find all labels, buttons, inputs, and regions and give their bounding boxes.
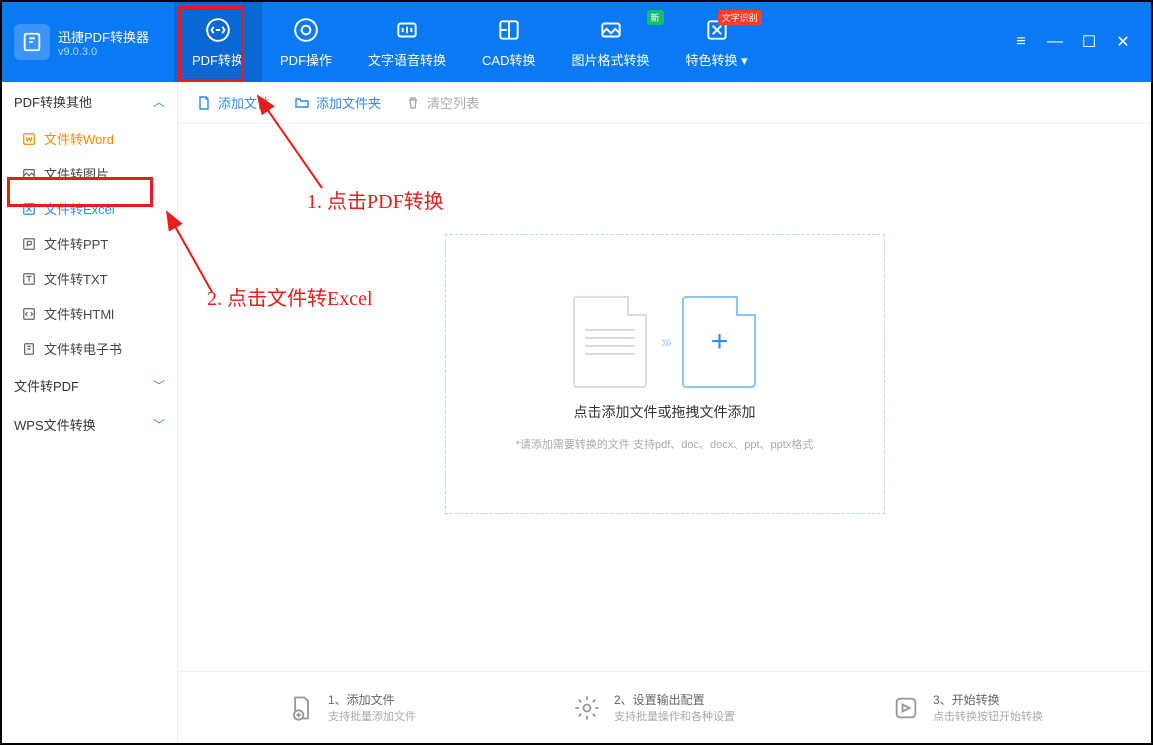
- nav-tabs: PDF转换 PDF操作 文字语音转换 CAD转换 新 图片格式转换 文字识别 特…: [174, 2, 1013, 82]
- nav-tab-pdf-convert[interactable]: PDF转换: [174, 2, 262, 82]
- sidebar: PDF转换其他 ︿ 文件转Word 文件转图片 文件转Excel 文件转PPT: [2, 82, 178, 743]
- audio-icon: [393, 16, 421, 44]
- nav-tab-audio[interactable]: 文字语音转换: [350, 2, 464, 82]
- step-title: 2、设置输出配置: [614, 691, 735, 708]
- ebook-icon: [22, 342, 36, 356]
- sidebar-item-ebook[interactable]: 文件转电子书: [2, 331, 177, 366]
- add-file-icon: [286, 693, 316, 723]
- dropzone-subtitle: *请添加需要转换的文件 支持pdf、doc、docx、ppt、pptx格式: [516, 436, 814, 452]
- trash-icon: [405, 95, 421, 111]
- word-icon: [22, 132, 36, 146]
- sidebar-group-to-pdf: 文件转PDF ﹀: [2, 366, 177, 405]
- dropzone-illustration: › › › +: [573, 296, 757, 388]
- add-file-icon: +: [682, 296, 756, 388]
- content: 添加文件 添加文件夹 清空列表 › › › +: [178, 82, 1151, 743]
- nav-tab-special[interactable]: 文字识别 特色转换 ▾: [668, 2, 766, 82]
- nav-tab-image[interactable]: 新 图片格式转换: [554, 2, 668, 82]
- titlebar: 迅捷PDF转换器 v9.0.3.0 PDF转换 PDF操作 文字语音转换 CAD…: [2, 2, 1151, 82]
- footer-steps: 1、添加文件 支持批量添加文件 2、设置输出配置 支持批量操作和各种设置 3、开…: [178, 671, 1151, 743]
- sidebar-item-label: 文件转图片: [44, 164, 109, 183]
- sidebar-group-header[interactable]: PDF转换其他 ︿: [2, 82, 177, 121]
- badge-new: 新: [647, 10, 664, 25]
- maximize-icon[interactable]: ☐: [1081, 34, 1097, 50]
- document-icon: [573, 296, 647, 388]
- gear-icon: [292, 16, 320, 44]
- chevron-down-icon: ﹀: [153, 416, 165, 433]
- toolbar-label: 添加文件夹: [316, 93, 381, 112]
- dropzone[interactable]: › › › + 点击添加文件或拖拽文件添加 *请添加需要转换的文件 支持pdf、…: [445, 234, 885, 514]
- step-2: 2、设置输出配置 支持批量操作和各种设置: [572, 691, 735, 724]
- txt-icon: [22, 272, 36, 286]
- sidebar-item-html[interactable]: 文件转HTMl: [2, 296, 177, 331]
- sidebar-item-label: 文件转Word: [44, 129, 114, 148]
- arrow-icon: › › ›: [661, 332, 669, 353]
- step-title: 3、开始转换: [933, 691, 1043, 708]
- excel-icon: [22, 202, 36, 216]
- group-label: PDF转换其他: [14, 92, 92, 111]
- sidebar-item-txt[interactable]: 文件转TXT: [2, 261, 177, 296]
- add-file-button[interactable]: 添加文件: [196, 93, 270, 112]
- sidebar-group-header[interactable]: 文件转PDF ﹀: [2, 366, 177, 405]
- nav-tab-label: PDF转换: [192, 50, 244, 69]
- nav-tab-cad[interactable]: CAD转换: [464, 2, 553, 82]
- app-title: 迅捷PDF转换器: [58, 27, 149, 46]
- app-version: v9.0.3.0: [58, 46, 149, 58]
- sidebar-item-label: 文件转PPT: [44, 234, 108, 253]
- badge-ocr: 文字识别: [718, 10, 762, 25]
- ppt-icon: [22, 237, 36, 251]
- sidebar-group-header[interactable]: WPS文件转换 ﹀: [2, 405, 177, 444]
- sidebar-item-image[interactable]: 文件转图片: [2, 156, 177, 191]
- close-icon[interactable]: ✕: [1115, 34, 1131, 50]
- step-sub: 点击转换按钮开始转换: [933, 708, 1043, 724]
- sidebar-item-word[interactable]: 文件转Word: [2, 121, 177, 156]
- sidebar-group-pdf-to-other: PDF转换其他 ︿ 文件转Word 文件转图片 文件转Excel 文件转PPT: [2, 82, 177, 366]
- sidebar-item-label: 文件转HTMl: [44, 304, 114, 323]
- sidebar-item-label: 文件转TXT: [44, 269, 108, 288]
- swap-icon: [204, 16, 232, 44]
- sidebar-group-wps: WPS文件转换 ﹀: [2, 405, 177, 444]
- toolbar: 添加文件 添加文件夹 清空列表: [178, 82, 1151, 124]
- clear-list-button[interactable]: 清空列表: [405, 93, 479, 112]
- app-logo-icon: [14, 24, 50, 60]
- nav-tab-label: PDF操作: [280, 50, 332, 69]
- nav-tab-label: 图片格式转换: [572, 50, 650, 69]
- dropzone-title: 点击添加文件或拖拽文件添加: [574, 402, 756, 422]
- nav-tab-label: 特色转换 ▾: [686, 50, 748, 69]
- image-icon: [22, 167, 36, 181]
- folder-icon: [294, 95, 310, 111]
- step-3: 3、开始转换 点击转换按钮开始转换: [891, 691, 1043, 724]
- cad-icon: [495, 16, 523, 44]
- toolbar-label: 添加文件: [218, 93, 270, 112]
- image-icon: [597, 16, 625, 44]
- window-controls: ≡ — ☐ ✕: [1013, 34, 1139, 50]
- nav-tab-label: 文字语音转换: [368, 50, 446, 69]
- settings-icon: [572, 693, 602, 723]
- chevron-up-icon: ︿: [153, 93, 165, 110]
- minimize-icon[interactable]: —: [1047, 34, 1063, 50]
- step-sub: 支持批量操作和各种设置: [614, 708, 735, 724]
- plus-icon: +: [711, 325, 729, 359]
- sidebar-item-label: 文件转Excel: [44, 199, 115, 218]
- menu-icon[interactable]: ≡: [1013, 34, 1029, 50]
- sidebar-item-excel[interactable]: 文件转Excel: [2, 191, 177, 226]
- html-icon: [22, 307, 36, 321]
- nav-tab-pdf-ops[interactable]: PDF操作: [262, 2, 350, 82]
- sidebar-item-ppt[interactable]: 文件转PPT: [2, 226, 177, 261]
- sidebar-item-label: 文件转电子书: [44, 339, 122, 358]
- file-icon: [196, 95, 212, 111]
- logo-area: 迅捷PDF转换器 v9.0.3.0: [14, 24, 174, 60]
- convert-icon: [891, 693, 921, 723]
- add-folder-button[interactable]: 添加文件夹: [294, 93, 381, 112]
- step-title: 1、添加文件: [328, 691, 416, 708]
- group-label: WPS文件转换: [14, 415, 96, 434]
- nav-tab-label: CAD转换: [482, 50, 535, 69]
- step-1: 1、添加文件 支持批量添加文件: [286, 691, 416, 724]
- chevron-down-icon: ▾: [741, 53, 748, 68]
- chevron-down-icon: ﹀: [153, 377, 165, 394]
- toolbar-label: 清空列表: [427, 93, 479, 112]
- step-sub: 支持批量添加文件: [328, 708, 416, 724]
- group-label: 文件转PDF: [14, 376, 79, 395]
